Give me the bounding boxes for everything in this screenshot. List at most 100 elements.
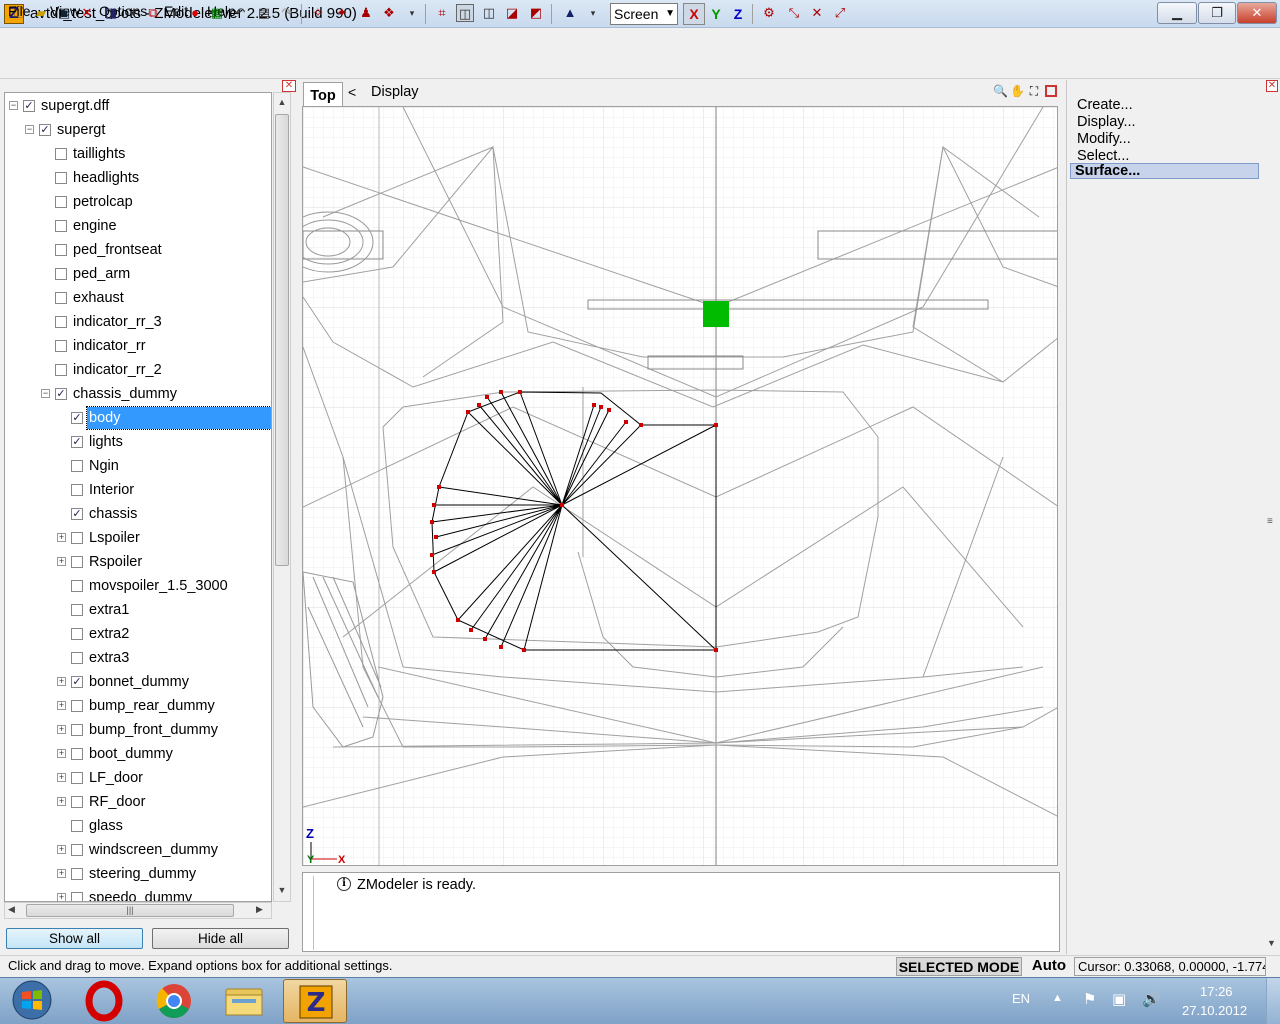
- taskbar-zmodeler[interactable]: Z: [283, 979, 347, 1023]
- visibility-checkbox[interactable]: [71, 796, 83, 808]
- tree-node[interactable]: Interior: [5, 479, 271, 501]
- clock-time[interactable]: 17:26: [1200, 984, 1233, 999]
- tree-node-label[interactable]: supergt: [55, 119, 107, 141]
- import-dropdown-icon[interactable]: ▾: [124, 4, 142, 22]
- zoom-icon[interactable]: 🔍: [993, 84, 1008, 99]
- minimize-button[interactable]: ▁: [1157, 2, 1197, 24]
- tree-node-label[interactable]: chassis: [87, 503, 139, 525]
- maximize-button[interactable]: ❐: [1198, 2, 1236, 24]
- tree-node[interactable]: + RF_door: [5, 791, 271, 813]
- maximize-viewport-icon[interactable]: [1045, 85, 1057, 97]
- visibility-checkbox[interactable]: [71, 532, 83, 544]
- collapse-icon[interactable]: −: [41, 389, 50, 398]
- tree-node-label[interactable]: Rspoiler: [87, 551, 144, 573]
- tree-node[interactable]: ✓ lights: [5, 431, 271, 453]
- scroll-left-icon[interactable]: ◀: [8, 904, 15, 915]
- close-panel-icon[interactable]: ✕: [1266, 80, 1278, 92]
- 3d-viewport-top[interactable]: Z Y X: [302, 106, 1058, 866]
- visibility-checkbox[interactable]: [71, 748, 83, 760]
- tree-node[interactable]: + windscreen_dummy: [5, 839, 271, 861]
- visibility-checkbox[interactable]: [55, 268, 67, 280]
- tree-node-label[interactable]: extra3: [87, 647, 131, 669]
- record-icon[interactable]: ●: [186, 4, 204, 22]
- tree-node[interactable]: Ngin: [5, 455, 271, 477]
- visibility-checkbox[interactable]: [55, 364, 67, 376]
- visibility-checkbox[interactable]: [71, 844, 83, 856]
- visibility-checkbox[interactable]: [55, 244, 67, 256]
- tree-node[interactable]: taillights: [5, 143, 271, 165]
- expand-icon[interactable]: +: [57, 557, 66, 566]
- expand-icon[interactable]: +: [57, 869, 66, 878]
- tree-node[interactable]: + Rspoiler: [5, 551, 271, 573]
- coordinate-system-select[interactable]: Screen ▼: [610, 3, 678, 25]
- tree-node[interactable]: + ✓ bonnet_dummy: [5, 671, 271, 693]
- auto-mode-indicator[interactable]: Auto: [1026, 957, 1072, 976]
- delete-icon[interactable]: ✕: [78, 4, 96, 22]
- undo-icon[interactable]: ↶: [231, 4, 249, 22]
- command-create[interactable]: Create...: [1077, 97, 1133, 113]
- tree-node[interactable]: exhaust: [5, 287, 271, 309]
- tree-node-label[interactable]: taillights: [71, 143, 127, 165]
- tree-node-label[interactable]: petrolcap: [71, 191, 135, 213]
- tree-node-label[interactable]: indicator_rr: [71, 335, 148, 357]
- tree-node[interactable]: ped_frontseat: [5, 239, 271, 261]
- expand-icon[interactable]: +: [57, 893, 66, 901]
- taskbar-opera[interactable]: [72, 979, 136, 1023]
- properties-icon[interactable]: ▤: [255, 4, 273, 22]
- pan-hand-icon[interactable]: ✋: [1010, 84, 1025, 99]
- visibility-checkbox[interactable]: ✓: [71, 508, 83, 520]
- expand-icon[interactable]: +: [57, 749, 66, 758]
- image-icon[interactable]: ▦: [208, 4, 226, 22]
- tree-node-label[interactable]: headlights: [71, 167, 141, 189]
- tree-node-label[interactable]: steering_dummy: [87, 863, 198, 885]
- network-icon[interactable]: ▣: [1112, 990, 1126, 1008]
- visibility-checkbox[interactable]: [71, 820, 83, 832]
- visibility-checkbox[interactable]: ✓: [71, 436, 83, 448]
- visibility-checkbox[interactable]: [55, 196, 67, 208]
- visibility-checkbox[interactable]: [55, 220, 67, 232]
- show-all-button[interactable]: Show all: [6, 928, 143, 949]
- scroll-down-icon[interactable]: ▼: [274, 882, 290, 898]
- visibility-checkbox[interactable]: [55, 148, 67, 160]
- visibility-checkbox[interactable]: [55, 316, 67, 328]
- viewport-nav-arrow[interactable]: <: [348, 84, 356, 100]
- visibility-checkbox[interactable]: ✓: [55, 388, 67, 400]
- scrollbar-thumb[interactable]: |||: [26, 904, 234, 917]
- select-vertex-icon[interactable]: ✧: [309, 4, 327, 22]
- new-file-icon[interactable]: 🗋: [10, 4, 28, 22]
- tree-node[interactable]: + boot_dummy: [5, 743, 271, 765]
- tree-node-label[interactable]: bump_rear_dummy: [87, 695, 217, 717]
- tree-node-label[interactable]: Interior: [87, 479, 136, 501]
- tree-node-label[interactable]: exhaust: [71, 287, 126, 309]
- tree-node[interactable]: ✓ chassis: [5, 503, 271, 525]
- tree-node-label[interactable]: Lspoiler: [87, 527, 142, 549]
- visibility-checkbox[interactable]: [71, 652, 83, 664]
- clock-date[interactable]: 27.10.2012: [1182, 1003, 1247, 1018]
- expand-icon[interactable]: +: [57, 677, 66, 686]
- tree-node-label[interactable]: body: [86, 406, 271, 430]
- tree-node-label[interactable]: lights: [87, 431, 125, 453]
- visibility-checkbox[interactable]: [71, 580, 83, 592]
- tree-node[interactable]: + Lspoiler: [5, 527, 271, 549]
- expand-icon[interactable]: +: [57, 725, 66, 734]
- viewport-tab-top[interactable]: Top: [303, 82, 343, 106]
- tree-node-label[interactable]: indicator_rr_2: [71, 359, 164, 381]
- viewport-canvas[interactable]: [303, 107, 1058, 866]
- tree-node-label[interactable]: speedo_dummy: [87, 887, 194, 901]
- tree-node-label[interactable]: Ngin: [87, 455, 121, 477]
- tree-node[interactable]: − ✓ chassis_dummy: [5, 383, 271, 405]
- select-edge-icon[interactable]: ✦: [333, 4, 351, 22]
- tree-node-label[interactable]: bonnet_dummy: [87, 671, 191, 693]
- visibility-checkbox[interactable]: ✓: [23, 100, 35, 112]
- scrollbar-thumb[interactable]: [275, 114, 289, 566]
- tree-node[interactable]: engine: [5, 215, 271, 237]
- start-button[interactable]: [8, 978, 56, 1023]
- show-desktop-button[interactable]: [1266, 978, 1280, 1024]
- action-center-flag-icon[interactable]: ⚑: [1083, 990, 1096, 1008]
- tray-expand-icon[interactable]: ▲: [1052, 992, 1063, 1004]
- object-mode-icon[interactable]: ◫: [480, 4, 498, 22]
- tree-node-label[interactable]: windscreen_dummy: [87, 839, 220, 861]
- tree-node[interactable]: − ✓ supergt: [5, 119, 271, 141]
- visibility-checkbox[interactable]: ✓: [39, 124, 51, 136]
- tree-node[interactable]: − ✓ supergt.dff: [5, 95, 271, 117]
